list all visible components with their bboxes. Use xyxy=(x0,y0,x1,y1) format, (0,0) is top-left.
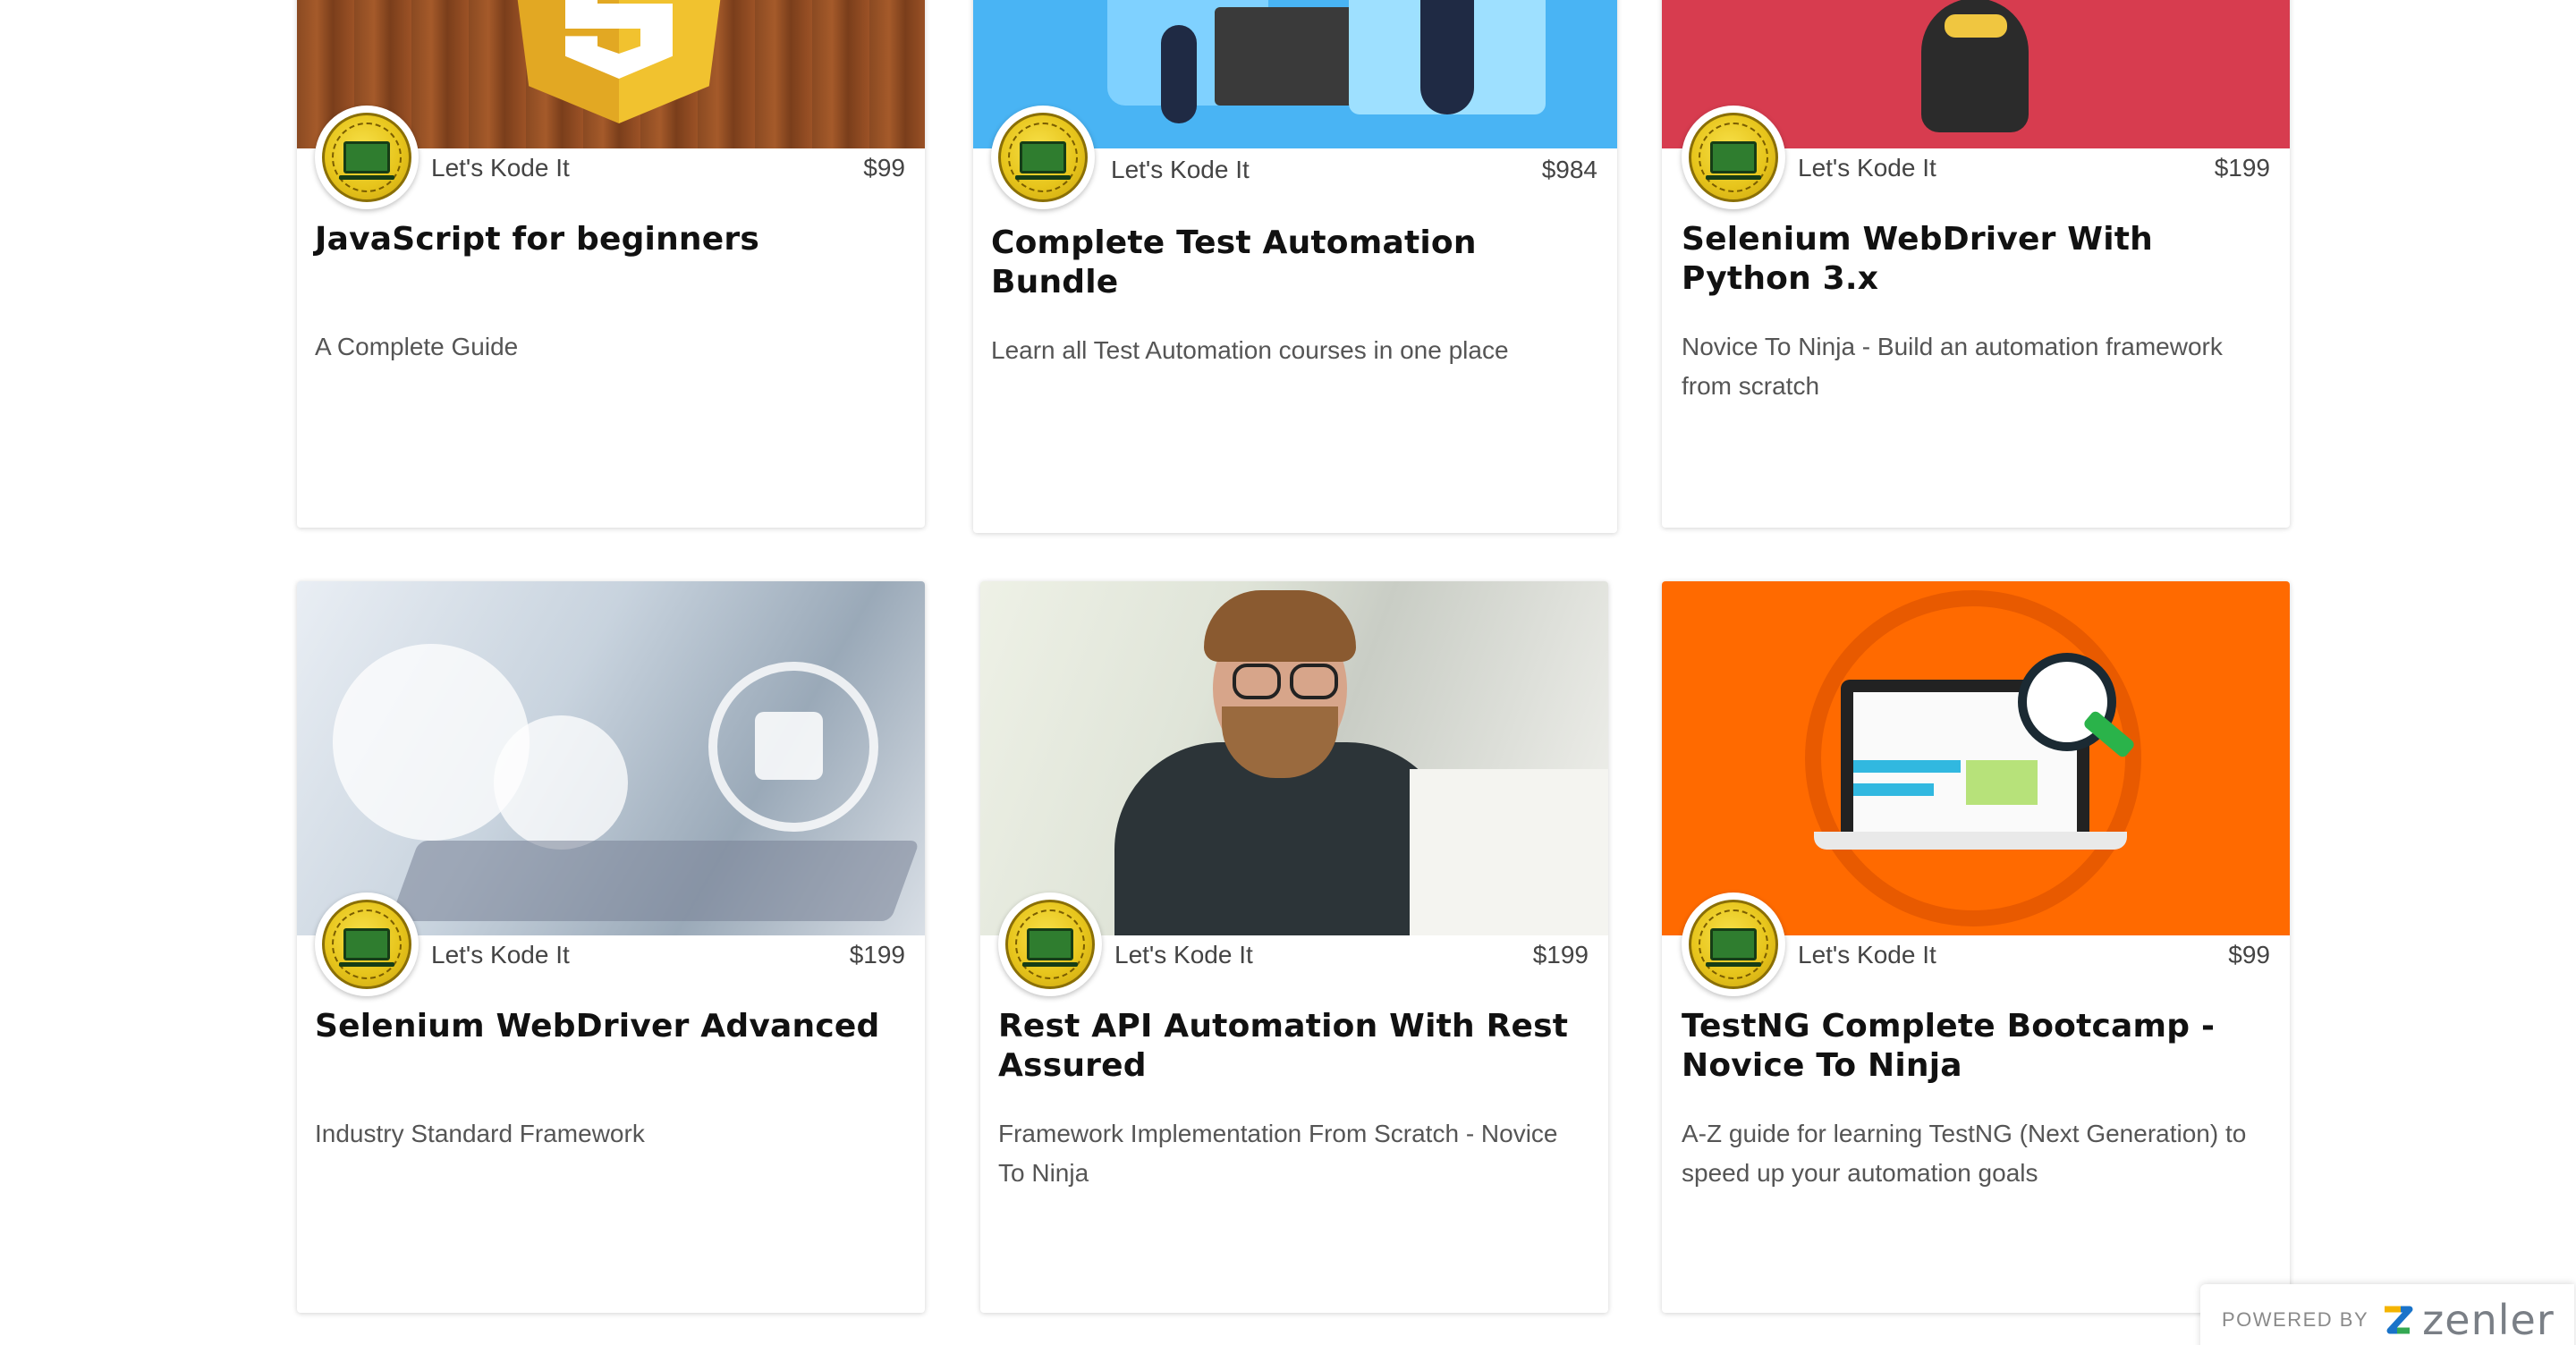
gear-icon xyxy=(494,715,628,850)
course-card-javascript[interactable]: Let's Kode It $99 JavaScript for beginne… xyxy=(297,0,925,528)
author-avatar-icon xyxy=(315,106,419,209)
course-subtitle: Framework Implementation From Scratch - … xyxy=(998,1120,1558,1187)
course-thumbnail[interactable] xyxy=(297,581,925,935)
powered-by-label: POWERED BY xyxy=(2222,1308,2369,1331)
screen-bar-icon xyxy=(1853,783,1934,796)
course-subtitle: Novice To Ninja - Build an automation fr… xyxy=(1682,333,2223,400)
course-card-testng[interactable]: Let's Kode It $99 TestNG Complete Bootca… xyxy=(1662,581,2290,1313)
course-price: $199 xyxy=(1532,941,1589,969)
course-price: $199 xyxy=(2214,154,2270,182)
author-avatar-icon xyxy=(991,106,1095,209)
zenler-brand-text: zenler xyxy=(2422,1296,2555,1344)
course-price: $199 xyxy=(849,941,905,969)
author-name: Let's Kode It xyxy=(1798,941,1936,969)
author-avatar-icon xyxy=(998,892,1102,996)
glasses-icon xyxy=(1290,664,1338,699)
course-subtitle: Learn all Test Automation courses in one… xyxy=(991,336,1509,364)
author-name: Let's Kode It xyxy=(431,154,570,182)
author-name: Let's Kode It xyxy=(1798,154,1936,182)
author-name: Let's Kode It xyxy=(1114,941,1253,969)
laptop-base-icon xyxy=(1814,832,2127,850)
zenler-z-logo-icon xyxy=(2385,1306,2413,1334)
course-title[interactable]: Selenium WebDriver Advanced xyxy=(315,1007,905,1046)
course-subtitle: A Complete Guide xyxy=(315,333,519,360)
course-subtitle: A-Z guide for learning TestNG (Next Gene… xyxy=(1682,1120,2247,1187)
author-avatar-icon xyxy=(1682,892,1785,996)
screen-bar-icon xyxy=(1853,760,1961,773)
course-title[interactable]: Selenium WebDriver With Python 3.x xyxy=(1682,220,2290,299)
course-thumbnail[interactable] xyxy=(1662,581,2290,935)
course-price: $99 xyxy=(2228,941,2270,969)
hair-icon xyxy=(1204,590,1356,662)
chip-icon xyxy=(755,712,823,780)
glasses-icon xyxy=(1233,664,1281,699)
course-price: $99 xyxy=(863,154,905,182)
author-name: Let's Kode It xyxy=(1111,156,1250,183)
laptop-icon xyxy=(1410,769,1608,935)
author-name: Let's Kode It xyxy=(431,941,570,969)
keyboard-icon xyxy=(389,841,920,921)
author-avatar-icon xyxy=(315,892,419,996)
ninja-face-icon xyxy=(1945,14,2007,38)
course-title[interactable]: Rest API Automation With Rest Assured xyxy=(998,1007,1589,1086)
course-catalog-page: Let's Kode It $99 JavaScript for beginne… xyxy=(0,0,2576,1345)
course-title[interactable]: TestNG Complete Bootcamp - Novice To Nin… xyxy=(1682,1007,2272,1086)
course-card-test-automation-bundle[interactable]: Let's Kode It $984 Complete Test Automat… xyxy=(973,0,1617,533)
course-card-selenium-advanced[interactable]: Let's Kode It $199 Selenium WebDriver Ad… xyxy=(297,581,925,1313)
course-title[interactable]: Complete Test Automation Bundle xyxy=(991,224,1599,302)
illustration-person-icon xyxy=(1161,25,1197,123)
course-subtitle: Industry Standard Framework xyxy=(315,1120,645,1147)
illustration-person-icon xyxy=(1420,0,1474,114)
screen-block-icon xyxy=(1966,760,2038,805)
course-price: $984 xyxy=(1541,156,1597,183)
author-avatar-icon xyxy=(1682,106,1785,209)
course-card-rest-assured[interactable]: Let's Kode It $199 Rest API Automation W… xyxy=(980,581,1608,1313)
course-card-selenium-python[interactable]: Let's Kode It $199 Selenium WebDriver Wi… xyxy=(1662,0,2290,528)
powered-by-badge[interactable]: POWERED BY zenler xyxy=(2200,1284,2574,1345)
course-thumbnail[interactable] xyxy=(980,581,1608,935)
course-title[interactable]: JavaScript for beginners xyxy=(315,220,905,259)
